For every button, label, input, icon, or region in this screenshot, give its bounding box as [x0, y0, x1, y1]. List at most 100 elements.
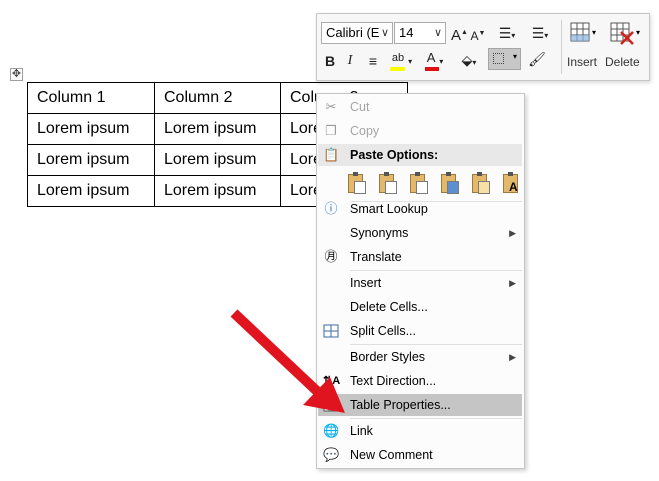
- delete-table-icon: [610, 22, 634, 45]
- table-cell[interactable]: Column 2: [154, 82, 281, 114]
- numbering-button[interactable]: ☰▾: [525, 23, 555, 46]
- menu-item-label: Cut: [350, 100, 370, 114]
- chevron-down-icon: ▾: [592, 28, 597, 37]
- paint-bucket-icon: ⬙: [461, 52, 473, 68]
- menu-item-label: Copy: [350, 124, 380, 138]
- chevron-down-icon: ▾: [408, 57, 413, 66]
- table-cell[interactable]: Lorem ipsum: [27, 144, 155, 176]
- toolbar-divider: [561, 20, 562, 74]
- insert-button[interactable]: ▾ Insert: [566, 17, 604, 77]
- numbered-list-icon: ☰: [531, 25, 545, 41]
- link-icon: 🌐: [323, 423, 340, 438]
- chevron-down-icon: ▾: [439, 57, 444, 66]
- menu-item-label: Synonyms: [350, 226, 409, 240]
- menu-item-label: Text Direction...: [350, 374, 437, 388]
- menu-item-label: Table Properties...: [350, 398, 451, 412]
- paste-nest-table-button[interactable]: [346, 171, 368, 197]
- paste-overwrite-cells-button[interactable]: [439, 171, 461, 197]
- menu-item-insert[interactable]: Insert ▶: [317, 272, 524, 294]
- menu-item-copy[interactable]: ❐ Copy: [317, 120, 524, 142]
- font-color-label: A: [426, 50, 436, 65]
- paste-text-only-icon: A: [503, 172, 518, 193]
- highlight-button[interactable]: ab ▾: [387, 49, 417, 72]
- grow-font-button[interactable]: A▲: [451, 23, 468, 46]
- paste-picture-icon: [472, 172, 490, 194]
- bullets-button[interactable]: ☰▾: [492, 23, 522, 46]
- mini-toolbar: Calibri (E ∨ 14 ∨ A▲ A▼ ☰▾ ☰▾ B I ≡ ab ▾…: [316, 13, 650, 81]
- menu-item-label: Insert: [350, 276, 382, 290]
- menu-separator: [350, 418, 522, 419]
- shrink-font-button[interactable]: A▼: [470, 24, 486, 46]
- menu-item-smart-lookup[interactable]: ⓘ Smart Lookup: [317, 198, 524, 220]
- chevron-down-icon: ∨: [380, 27, 389, 39]
- menu-item-label: Split Cells...: [350, 324, 416, 338]
- table-cell[interactable]: Column 1: [27, 82, 155, 114]
- chevron-down-icon: ▾: [511, 31, 516, 40]
- menu-item-label: Smart Lookup: [350, 202, 428, 216]
- highlight-color-bar: [390, 67, 405, 71]
- submenu-arrow-icon: ▶: [509, 352, 516, 362]
- table-cell[interactable]: Lorem ipsum: [27, 175, 155, 207]
- insert-table-icon: [570, 22, 590, 42]
- table-move-handle[interactable]: ✥: [10, 68, 23, 81]
- delete-button[interactable]: ▾ Delete: [605, 17, 647, 77]
- menu-item-label: Delete Cells...: [350, 300, 428, 314]
- align-center-icon: ≡: [368, 53, 378, 69]
- italic-button[interactable]: I: [344, 51, 356, 71]
- borders-button[interactable]: ▾: [488, 48, 521, 70]
- menu-item-new-comment[interactable]: 💬 New Comment: [317, 444, 524, 466]
- menu-item-synonyms[interactable]: Synonyms ▶: [317, 222, 524, 244]
- grow-font-icon: A: [451, 27, 462, 44]
- paste-picture-button[interactable]: [470, 171, 492, 197]
- bold-button[interactable]: B: [323, 51, 337, 71]
- shading-button[interactable]: ⬙▾: [455, 50, 483, 73]
- delete-label: Delete: [605, 55, 640, 69]
- font-name-combo[interactable]: Calibri (E ∨: [321, 22, 393, 44]
- red-arrow-annotation: [230, 309, 345, 413]
- center-align-button[interactable]: ≡: [365, 51, 381, 71]
- paste-merge-table-button[interactable]: [377, 171, 399, 197]
- submenu-arrow-icon: ▶: [509, 228, 516, 238]
- insert-label: Insert: [567, 55, 598, 69]
- menu-item-label: New Comment: [350, 448, 433, 462]
- chevron-down-icon: ∨: [433, 27, 442, 39]
- paste-insert-rows-button[interactable]: [408, 171, 430, 197]
- menu-item-label: Translate: [350, 250, 402, 264]
- submenu-arrow-icon: ▶: [509, 278, 516, 288]
- scissors-icon: ✂: [325, 99, 337, 114]
- highlight-label: ab: [391, 52, 405, 64]
- paste-options-label: Paste Options:: [350, 148, 439, 162]
- bullet-list-icon: ☰: [498, 25, 512, 41]
- copy-icon: ❐: [325, 123, 337, 138]
- table-cell[interactable]: Lorem ipsum: [154, 175, 281, 207]
- translate-icon: ㊊: [324, 249, 338, 264]
- font-size-combo[interactable]: 14 ∨: [394, 22, 446, 44]
- shrink-font-icon: A: [470, 29, 479, 43]
- table-cell[interactable]: Lorem ipsum: [154, 113, 281, 145]
- menu-item-link[interactable]: 🌐 Link: [317, 420, 524, 442]
- format-painter-button[interactable]: 🖌: [527, 49, 547, 69]
- table-cell[interactable]: Lorem ipsum: [154, 144, 281, 176]
- chevron-down-icon: ▾: [472, 58, 477, 67]
- font-size-value: 14: [399, 25, 414, 40]
- paste-overwrite-cells-icon: [441, 172, 459, 194]
- menu-item-label: Link: [350, 424, 373, 438]
- paste-merge-table-icon: [379, 172, 397, 194]
- paste-options-header: 📋 Paste Options:: [318, 144, 522, 166]
- table-cell[interactable]: Lorem ipsum: [27, 113, 155, 145]
- menu-item-translate[interactable]: ㊊ Translate: [317, 246, 524, 268]
- menu-separator: [350, 270, 522, 271]
- paste-insert-rows-icon: [410, 172, 428, 194]
- menu-item-cut[interactable]: ✂ Cut: [317, 96, 524, 118]
- paintbrush-icon: 🖌: [528, 51, 546, 67]
- menu-item-label: Border Styles: [350, 350, 426, 364]
- clipboard-icon: 📋: [323, 147, 340, 162]
- chevron-down-icon: ▾: [636, 28, 641, 37]
- font-color-bar: [425, 67, 439, 71]
- font-name-value: Calibri (E: [326, 25, 380, 40]
- font-color-button[interactable]: A ▾: [421, 49, 449, 72]
- chevron-down-icon: ▾: [544, 31, 549, 40]
- smart-lookup-icon: ⓘ: [324, 201, 338, 216]
- menu-separator: [350, 344, 522, 345]
- paste-text-only-button[interactable]: A: [501, 171, 523, 197]
